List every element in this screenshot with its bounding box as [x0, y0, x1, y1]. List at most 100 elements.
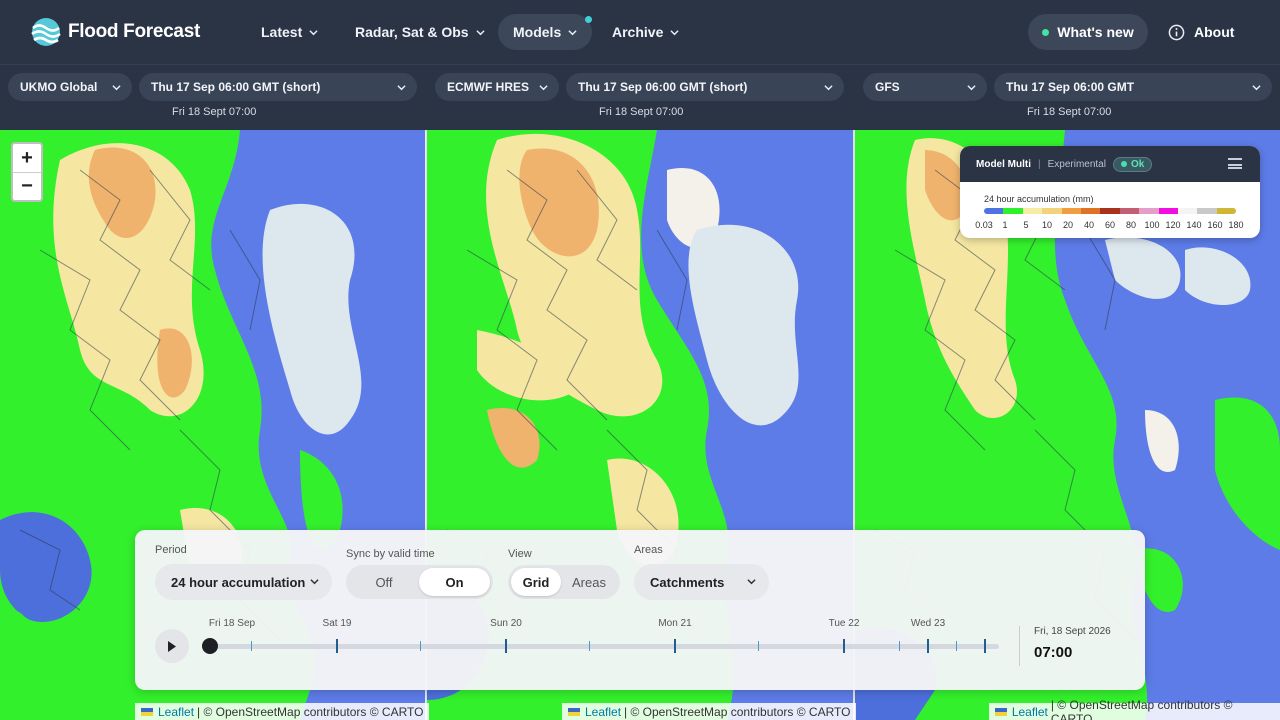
ukraine-flag-icon: [995, 707, 1007, 716]
legend-tick-labels: 0.03 1 5 10 20 40 60 80 100 120 140 160 180: [975, 220, 1243, 232]
attribution-text: | © OpenStreetMap contributors © CARTO: [1050, 697, 1233, 720]
about-button[interactable]: About: [1168, 14, 1234, 50]
chevron-down-icon: [670, 29, 679, 35]
legend-color-step: [1100, 208, 1120, 214]
model-select-2[interactable]: ECMWF HRES: [435, 73, 559, 101]
run-select-2[interactable]: Thu 17 Sep 06:00 GMT (short): [566, 73, 844, 101]
timeline-tick: [589, 641, 590, 651]
current-date: Fri, 18 Sept 2026: [1034, 626, 1111, 637]
legend-tick-label: 40: [1083, 220, 1095, 230]
chevron-down-icon: [824, 85, 833, 91]
legend-card: Model Multi | Experimental Ok 24 hour ac…: [960, 146, 1260, 238]
legend-color-step: [1042, 208, 1062, 214]
sync-off-option[interactable]: Off: [349, 568, 419, 596]
legend-color-scale: [984, 208, 1236, 214]
model-selector-bar: UKMO Global Thu 17 Sep 06:00 GMT (short)…: [0, 64, 1280, 130]
legend-mode: Experimental: [1047, 158, 1106, 170]
timeline-tick: [336, 639, 338, 653]
nav-archive[interactable]: Archive: [597, 14, 694, 50]
brand-logo[interactable]: Flood Forecast: [30, 17, 200, 47]
legend-tick-label: 140: [1186, 220, 1202, 230]
top-navigation: Flood Forecast Latest Radar, Sat & Obs M…: [0, 0, 1280, 64]
legend-tick-label: 100: [1144, 220, 1160, 230]
current-time: 07:00: [1034, 644, 1073, 661]
model-name-2: ECMWF HRES: [447, 80, 529, 94]
status-badge[interactable]: Ok: [1112, 156, 1153, 172]
legend-tick-label: 0.03: [975, 220, 993, 230]
period-select[interactable]: 24 hour accumulation: [155, 564, 332, 600]
legend-tick-label: 160: [1207, 220, 1223, 230]
model-select-3[interactable]: GFS: [863, 73, 987, 101]
timeline-day-label: Fri 18 Sep: [208, 618, 256, 629]
timeline-day-label: Sun 20: [490, 618, 522, 629]
menu-icon[interactable]: [1228, 158, 1242, 169]
chevron-down-icon: [309, 29, 318, 35]
map-attribution-3: Leaflet | © OpenStreetMap contributors ©…: [989, 698, 1280, 720]
legend-tick-label: 80: [1125, 220, 1137, 230]
sync-toggle: Off On: [346, 565, 493, 599]
timeline-tick: [251, 641, 252, 651]
legend-tick-label: 60: [1104, 220, 1116, 230]
whats-new-label: What's new: [1057, 24, 1134, 40]
view-grid-option[interactable]: Grid: [511, 568, 561, 596]
areas-value: Catchments: [650, 574, 725, 590]
attribution-text: | © OpenStreetMap contributors © CARTO: [197, 704, 424, 719]
nav-latest[interactable]: Latest: [246, 14, 333, 50]
nav-models[interactable]: Models: [498, 14, 593, 50]
run-select-1[interactable]: Thu 17 Sep 06:00 GMT (short): [139, 73, 417, 101]
legend-color-step: [1158, 208, 1178, 214]
legend-header: Model Multi | Experimental Ok: [960, 146, 1260, 182]
legend-color-step: [1197, 208, 1217, 214]
legend-color-step: [1061, 208, 1081, 214]
run-select-3[interactable]: Thu 17 Sep 06:00 GMT: [994, 73, 1272, 101]
chevron-down-icon: [1252, 85, 1261, 91]
timeline-tick: [758, 641, 759, 651]
legend-subtitle: 24 hour accumulation (mm): [984, 194, 1094, 204]
timeline-tick: [927, 639, 929, 653]
legend-tick-label: 20: [1062, 220, 1074, 230]
nav-latest-label: Latest: [261, 24, 303, 40]
chevron-down-icon: [539, 85, 548, 91]
period-label: Period: [155, 544, 187, 556]
attribution-text: | © OpenStreetMap contributors © CARTO: [624, 704, 851, 719]
legend-color-step: [1216, 208, 1236, 214]
forecast-controls-panel: Period 24 hour accumulation Sync by vali…: [135, 530, 1145, 690]
legend-color-step: [1119, 208, 1140, 214]
legend-tick-label: 5: [1023, 220, 1029, 230]
timeline-tick: [956, 641, 957, 651]
whats-new-button[interactable]: What's new: [1028, 14, 1148, 50]
leaflet-link[interactable]: Leaflet: [158, 705, 194, 719]
leaflet-link[interactable]: Leaflet: [585, 705, 621, 719]
zoom-in-button[interactable]: +: [13, 144, 41, 172]
legend-separator: |: [1038, 158, 1041, 170]
play-button[interactable]: [155, 629, 189, 663]
model-name-1: UKMO Global: [20, 80, 98, 94]
timeline-tick: [674, 639, 676, 653]
timeline-day-label: Wed 23: [910, 618, 946, 629]
legend-color-step: [1022, 208, 1043, 214]
ukraine-flag-icon: [141, 707, 153, 716]
chevron-down-icon: [747, 579, 756, 585]
legend-tick-label: 10: [1041, 220, 1053, 230]
nav-radar-sat-obs[interactable]: Radar, Sat & Obs: [340, 14, 500, 50]
waves-logo-icon: [31, 18, 61, 46]
timeline-tick: [843, 639, 845, 653]
timeline-handle[interactable]: [202, 638, 218, 654]
nav-radar-label: Radar, Sat & Obs: [355, 24, 469, 40]
legend-title: Model Multi: [976, 158, 1031, 170]
timeline-track[interactable]: [209, 644, 999, 649]
legend-tick-label: 1: [1002, 220, 1008, 230]
areas-select[interactable]: Catchments: [634, 564, 769, 600]
leaflet-link[interactable]: Leaflet: [1012, 705, 1048, 719]
run-time-2: Thu 17 Sep 06:00 GMT (short): [578, 80, 748, 94]
view-areas-option[interactable]: Areas: [561, 568, 617, 596]
sync-on-option[interactable]: On: [419, 568, 490, 596]
sync-label: Sync by valid time: [346, 548, 435, 560]
valid-time-3: Fri 18 Sept 07:00: [1027, 106, 1112, 118]
timeline-day-label: Sat 19: [322, 618, 352, 629]
run-time-3: Thu 17 Sep 06:00 GMT: [1006, 80, 1135, 94]
zoom-out-button[interactable]: −: [13, 172, 41, 200]
view-toggle: Grid Areas: [508, 565, 620, 599]
chevron-down-icon: [475, 29, 485, 35]
model-select-1[interactable]: UKMO Global: [8, 73, 132, 101]
